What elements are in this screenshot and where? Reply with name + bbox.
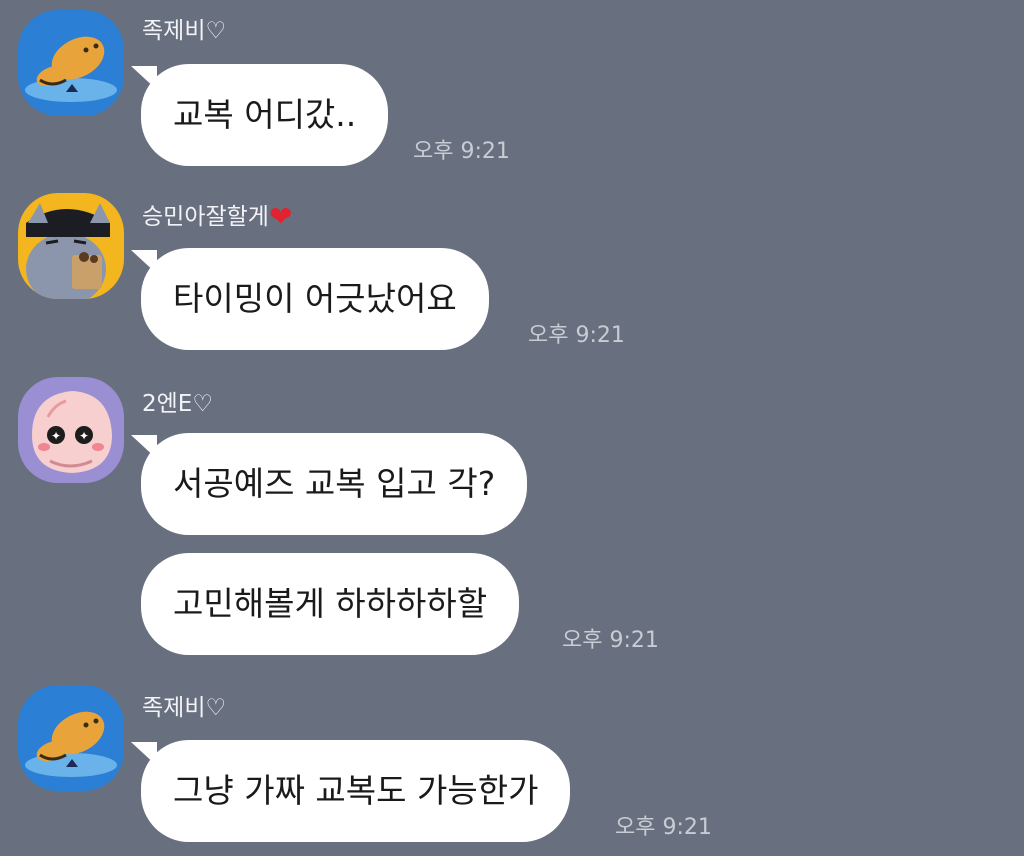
message-text: 그냥 가짜 교복도 가능한가: [173, 771, 539, 810]
message-text: 타이밍이 어긋났어요: [173, 279, 457, 318]
message-text: 서공예즈 교복 입고 각?: [173, 464, 496, 503]
sender-name-text: 족제비♡: [142, 18, 227, 44]
sender-name: 족제비♡: [142, 17, 226, 45]
bubble-tail: [131, 742, 157, 766]
sender-name-text: 승민아잘할게: [142, 204, 269, 230]
profile-avatar[interactable]: [18, 193, 124, 299]
bubble-tail: [131, 250, 157, 274]
apeach-character-avatar-icon: ✦ ✦: [18, 377, 124, 483]
heart-icon: ❤: [268, 200, 293, 233]
message-bubble[interactable]: 고민해볼게 하하하하할: [141, 553, 520, 655]
message-time: 오후 9:21: [528, 323, 625, 348]
message-bubble[interactable]: 그냥 가짜 교복도 가능한가: [131, 740, 571, 842]
message-text: 교복 어디갔..: [173, 95, 357, 134]
svg-text:✦: ✦: [79, 429, 89, 443]
message-time: 오후 9:21: [615, 815, 712, 840]
sender-name-text: 족제비♡: [142, 695, 227, 721]
profile-avatar[interactable]: [18, 10, 124, 116]
message-bubble[interactable]: 타이밍이 어긋났어요: [131, 248, 489, 350]
message-time: 오후 9:21: [562, 628, 659, 653]
bubble-tail: [131, 66, 157, 90]
ryan-character-avatar-icon: [18, 10, 124, 116]
cat-character-avatar-icon: [18, 193, 124, 299]
ryan-character-avatar-icon: [18, 685, 124, 791]
sender-name: 승민아잘할게❤: [142, 203, 292, 231]
sender-name-text: 2엔E♡: [142, 391, 213, 417]
profile-avatar[interactable]: ✦ ✦: [18, 377, 124, 483]
bubble-tail: [131, 435, 157, 459]
message-time: 오후 9:21: [413, 139, 510, 164]
message-bubble[interactable]: 서공예즈 교복 입고 각?: [131, 433, 528, 535]
profile-avatar[interactable]: [18, 685, 124, 791]
message-text: 고민해볼게 하하하하할: [173, 584, 488, 623]
message-bubble[interactable]: 교복 어디갔..: [131, 64, 389, 166]
sender-name: 족제비♡: [142, 694, 226, 722]
sender-name: 2엔E♡: [142, 390, 213, 418]
svg-text:✦: ✦: [51, 429, 61, 443]
